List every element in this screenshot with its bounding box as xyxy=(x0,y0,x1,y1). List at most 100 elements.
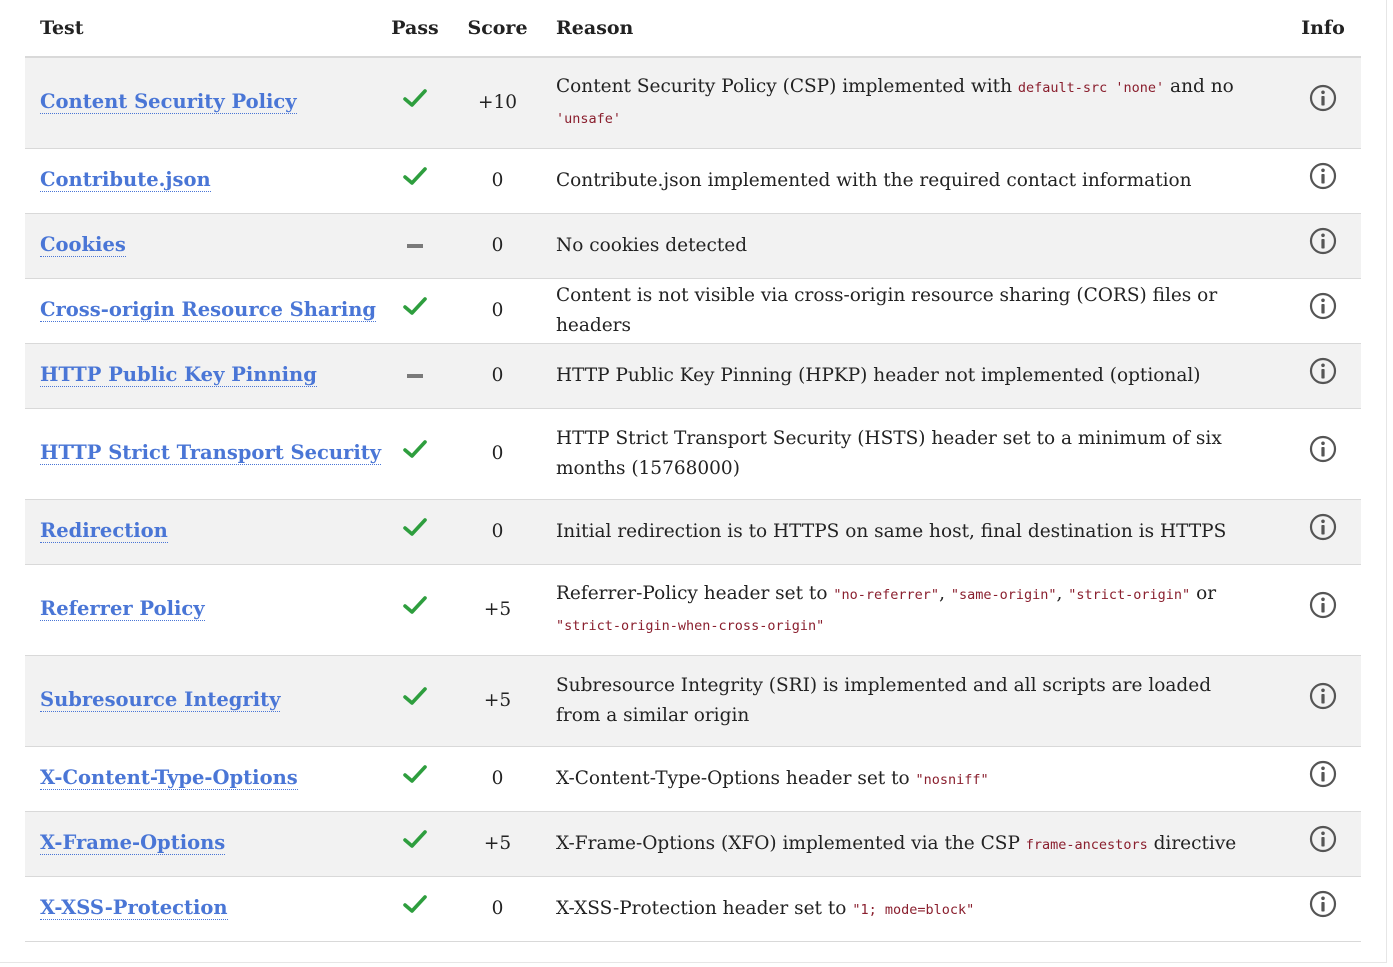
info-icon[interactable] xyxy=(1309,84,1337,122)
cell-info xyxy=(1271,565,1361,656)
info-icon[interactable] xyxy=(1309,357,1337,395)
cell-info xyxy=(1271,344,1361,409)
checkmark-icon xyxy=(403,595,427,625)
header-pass: Pass xyxy=(375,0,455,58)
cell-info xyxy=(1271,149,1361,214)
reason-text: , xyxy=(1056,583,1069,604)
test-link[interactable]: Contribute.json xyxy=(40,168,211,192)
table-row: Redirection 0 Initial redirection is to HT… xyxy=(25,499,1361,565)
cell-pass xyxy=(375,57,455,149)
reason-text: Initial redirection is to HTTPS on same … xyxy=(556,521,1227,542)
table-row: Cookies 0 No cookies detected xyxy=(25,213,1361,279)
cell-score: 0 xyxy=(491,898,504,919)
test-link[interactable]: Cookies xyxy=(40,233,126,257)
test-link[interactable]: Referrer Policy xyxy=(40,597,205,621)
cell-reason: HTTP Strict Transport Security (HSTS) he… xyxy=(540,409,1271,500)
checkmark-icon xyxy=(403,517,427,547)
cell-score: 0 xyxy=(491,235,504,256)
cell-reason: Referrer-Policy header set to "no-referr… xyxy=(540,565,1271,656)
reason-code: 'unsafe' xyxy=(556,111,622,127)
cell-pass xyxy=(375,656,455,747)
reason-code: "strict-origin-when-cross-origin" xyxy=(556,618,825,634)
reason-text: and no xyxy=(1164,76,1234,97)
test-link[interactable]: Redirection xyxy=(40,519,168,543)
test-link[interactable]: Content Security Policy xyxy=(40,90,297,114)
info-icon[interactable] xyxy=(1309,435,1337,473)
test-results-table: Test Pass Score Reason Info Content Secu… xyxy=(25,0,1361,942)
cell-info xyxy=(1271,214,1361,279)
cell-reason: Content is not visible via cross-origin … xyxy=(540,279,1271,344)
cell-test: Contribute.json xyxy=(25,149,375,214)
cell-score: 0 xyxy=(491,300,504,321)
cell-pass xyxy=(375,149,455,214)
info-icon[interactable] xyxy=(1309,760,1337,798)
checkmark-icon xyxy=(403,894,427,924)
test-link[interactable]: Subresource Integrity xyxy=(40,688,281,712)
checkmark-icon xyxy=(403,686,427,716)
cell-pass xyxy=(375,812,455,877)
test-link[interactable]: X-Frame-Options xyxy=(40,831,226,855)
info-icon[interactable] xyxy=(1309,825,1337,863)
header-test: Test xyxy=(25,0,375,58)
cell-score: +5 xyxy=(483,833,512,854)
dash-icon xyxy=(406,361,424,391)
cell-test: X-Content-Type-Options xyxy=(25,747,375,812)
cell-test: Cookies xyxy=(25,214,375,279)
cell-info xyxy=(1271,812,1361,877)
table-row: Contribute.json 0 Contribute.json implemen… xyxy=(25,148,1361,214)
cell-reason: X-Frame-Options (XFO) implemented via th… xyxy=(540,812,1271,877)
table-row: HTTP Strict Transport Security 0 HTTP Stri… xyxy=(25,408,1361,500)
reason-code: default-src 'none' xyxy=(1017,80,1165,96)
reason-text: or xyxy=(1190,583,1217,604)
reason-text: HTTP Public Key Pinning (HPKP) header no… xyxy=(556,365,1201,386)
reason-code: frame-ancestors xyxy=(1025,836,1148,853)
table-body: Content Security Policy +10 Content Securi… xyxy=(25,57,1361,942)
table-row: Subresource Integrity +5 Subresource Integ… xyxy=(25,655,1361,747)
cell-info xyxy=(1271,747,1361,812)
reason-code: "no-referrer" xyxy=(833,587,940,603)
reason-code: "strict-origin" xyxy=(1068,587,1191,603)
info-icon[interactable] xyxy=(1309,162,1337,200)
cell-test: Content Security Policy xyxy=(25,57,375,149)
cell-info xyxy=(1271,656,1361,747)
cell-score: +5 xyxy=(483,690,512,711)
header-score: Score xyxy=(455,0,540,58)
cell-test: X-XSS-Protection xyxy=(25,877,375,942)
cell-info xyxy=(1271,409,1361,500)
info-icon[interactable] xyxy=(1309,513,1337,551)
table-row: X-Content-Type-Options 0 X-Content-Type-Op… xyxy=(25,746,1361,812)
cell-reason: X-Content-Type-Options header set to "no… xyxy=(540,747,1271,812)
cell-pass xyxy=(375,409,455,500)
table-row: HTTP Public Key Pinning 0 HTTP Public Key … xyxy=(25,343,1361,409)
info-icon[interactable] xyxy=(1309,682,1337,720)
cell-test: Redirection xyxy=(25,500,375,565)
info-icon[interactable] xyxy=(1309,227,1337,265)
reason-text: Subresource Integrity (SRI) is implement… xyxy=(556,675,1212,726)
info-icon[interactable] xyxy=(1309,591,1337,629)
info-icon[interactable] xyxy=(1309,292,1337,330)
test-link[interactable]: HTTP Strict Transport Security xyxy=(40,441,382,465)
cell-score: 0 xyxy=(491,443,504,464)
cell-info xyxy=(1271,57,1361,149)
cell-info xyxy=(1271,877,1361,942)
header-info: Info xyxy=(1271,0,1361,58)
test-link[interactable]: HTTP Public Key Pinning xyxy=(40,363,317,387)
cell-pass xyxy=(375,565,455,656)
reason-code: "1; mode=block" xyxy=(852,901,975,918)
info-icon[interactable] xyxy=(1309,890,1337,928)
test-link[interactable]: X-XSS-Protection xyxy=(40,896,228,920)
checkmark-icon xyxy=(403,166,427,196)
cell-reason: Initial redirection is to HTTPS on same … xyxy=(540,500,1271,565)
reason-text: X-Content-Type-Options header set to xyxy=(556,767,916,789)
checkmark-icon xyxy=(403,439,427,469)
cell-score: +10 xyxy=(477,92,518,113)
reason-text: Content Security Policy (CSP) implemente… xyxy=(556,76,1018,97)
reason-text: Referrer-Policy header set to xyxy=(556,583,834,604)
test-link[interactable]: X-Content-Type-Options xyxy=(40,766,298,790)
cell-info xyxy=(1271,500,1361,565)
cell-score: 0 xyxy=(491,170,504,191)
test-link[interactable]: Cross-origin Resource Sharing xyxy=(40,298,377,322)
cell-pass xyxy=(375,214,455,279)
reason-code: "nosniff" xyxy=(915,771,989,788)
cell-test: X-Frame-Options xyxy=(25,812,375,877)
